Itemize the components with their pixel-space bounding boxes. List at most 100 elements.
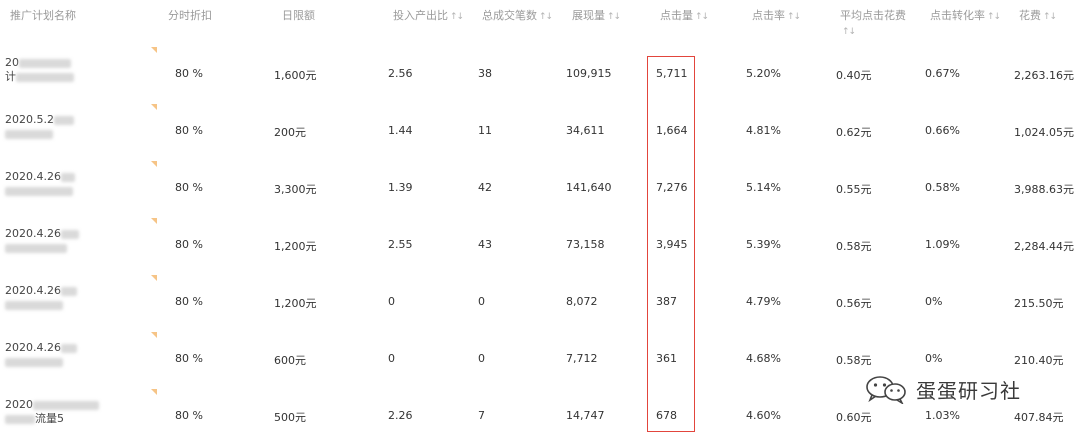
cell-impressions: 141,640 bbox=[566, 181, 612, 194]
cell-daily-limit[interactable]: 1,200元 bbox=[274, 295, 317, 311]
cell-impressions: 8,072 bbox=[566, 295, 598, 308]
cell-impressions: 34,611 bbox=[566, 124, 605, 137]
cell-avg-cpc: 0.58元 bbox=[836, 240, 872, 253]
campaign-name[interactable]: 2020 流量5 bbox=[5, 398, 155, 426]
header-campaign-name[interactable]: 推广计划名称 bbox=[10, 8, 76, 23]
header-clicks[interactable]: 点击量 ↑↓ bbox=[660, 8, 709, 25]
header-avg-cpc[interactable]: 平均点击花费 ↑↓ bbox=[840, 8, 916, 40]
header-cvr[interactable]: 点击转化率 ↑↓ bbox=[930, 8, 1001, 25]
header-label: 投入产出比 bbox=[393, 9, 448, 22]
redacted-text bbox=[60, 343, 77, 353]
cell-daily-limit[interactable]: 1,600元 bbox=[274, 67, 317, 83]
campaign-name-line1: 2020.5.2 bbox=[5, 113, 54, 126]
campaign-name-line1: 20 bbox=[5, 56, 19, 69]
header-orders[interactable]: 总成交笔数 ↑↓ bbox=[482, 8, 553, 25]
cell-impressions: 14,747 bbox=[566, 409, 605, 422]
sort-icon[interactable]: ↑↓ bbox=[450, 12, 464, 22]
cell-orders: 0 bbox=[478, 295, 485, 308]
header-label: 花费 bbox=[1019, 9, 1041, 22]
corner-mark bbox=[151, 275, 157, 281]
cell-cvr: 0% bbox=[925, 352, 943, 365]
cell-cost: 1,024.05元 bbox=[1014, 126, 1074, 139]
cell-clicks: 387 bbox=[656, 295, 677, 308]
sort-icon[interactable]: ↑↓ bbox=[539, 12, 553, 22]
cell-avg-cpc: 0.62元 bbox=[836, 126, 872, 139]
cell-roi: 2.55 bbox=[388, 238, 413, 251]
redacted-text bbox=[60, 172, 75, 182]
redacted-text bbox=[60, 286, 77, 296]
campaign-name[interactable]: 2020.5.2 bbox=[5, 113, 155, 141]
redacted-text bbox=[16, 72, 74, 82]
campaign-name[interactable]: 2020.4.26 bbox=[5, 170, 155, 198]
cell-cost: 210.40元 bbox=[1014, 354, 1064, 367]
cell-daily-limit[interactable]: 3,300元 bbox=[274, 181, 317, 197]
redacted-text bbox=[5, 129, 53, 139]
cell-avg-cpc: 0.60元 bbox=[836, 411, 872, 424]
cell-cost: 407.84元 bbox=[1014, 411, 1064, 424]
table-row[interactable]: 2020.4.26 80 % 3,300元 1.39 42 141,640 7,… bbox=[0, 161, 1080, 219]
header-discount[interactable]: 分时折扣 bbox=[168, 8, 212, 23]
corner-mark bbox=[151, 47, 157, 53]
cell-orders: 11 bbox=[478, 124, 492, 137]
cell-avg-cpc: 0.55元 bbox=[836, 183, 872, 196]
cell-discount: 80 % bbox=[175, 67, 203, 80]
campaign-name-line1: 2020 bbox=[5, 398, 33, 411]
cell-cost: 3,988.63元 bbox=[1014, 183, 1074, 196]
table-row[interactable]: 2020.4.26 80 % 1,200元 0 0 8,072 387 4.79… bbox=[0, 275, 1080, 333]
header-ctr[interactable]: 点击率 ↑↓ bbox=[752, 8, 801, 25]
redacted-text bbox=[5, 186, 73, 196]
cell-clicks: 7,276 bbox=[656, 181, 688, 194]
cell-clicks: 1,664 bbox=[656, 124, 688, 137]
sort-icon[interactable]: ↑↓ bbox=[1043, 12, 1057, 22]
cell-impressions: 109,915 bbox=[566, 67, 612, 80]
redacted-text bbox=[5, 300, 63, 310]
sort-icon[interactable]: ↑↓ bbox=[607, 12, 621, 22]
cell-daily-limit[interactable]: 500元 bbox=[274, 409, 306, 425]
sort-icon[interactable]: ↑↓ bbox=[695, 12, 709, 22]
campaign-name[interactable]: 2020.4.26 bbox=[5, 227, 155, 255]
cell-impressions: 73,158 bbox=[566, 238, 605, 251]
table-row[interactable]: 2020.4.26 80 % 1,200元 2.55 43 73,158 3,9… bbox=[0, 218, 1080, 276]
header-label: 分时折扣 bbox=[168, 9, 212, 22]
table-header: 推广计划名称 分时折扣 日限额 投入产出比 ↑↓ 总成交笔数 ↑↓ 展现量 ↑↓ 点击… bbox=[0, 0, 1080, 48]
cell-daily-limit[interactable]: 1,200元 bbox=[274, 238, 317, 254]
cell-cvr: 0% bbox=[925, 295, 943, 308]
cell-ctr: 5.39% bbox=[746, 238, 781, 251]
cell-ctr: 5.14% bbox=[746, 181, 781, 194]
campaign-name[interactable]: 2020.4.26 bbox=[5, 341, 155, 369]
header-label: 点击量 bbox=[660, 9, 693, 22]
header-label: 展现量 bbox=[572, 9, 605, 22]
campaign-name-line2: 流量5 bbox=[35, 412, 64, 425]
table-row[interactable]: 20 计 80 % 1,600元 2.56 38 109,915 5,711 5… bbox=[0, 47, 1080, 105]
header-impressions[interactable]: 展现量 ↑↓ bbox=[572, 8, 621, 25]
campaign-table: 推广计划名称 分时折扣 日限额 投入产出比 ↑↓ 总成交笔数 ↑↓ 展现量 ↑↓ 点击… bbox=[0, 0, 1080, 436]
cell-avg-cpc: 0.58元 bbox=[836, 354, 872, 367]
redacted-text bbox=[5, 414, 35, 424]
header-label: 日限额 bbox=[282, 9, 315, 22]
cell-discount: 80 % bbox=[175, 238, 203, 251]
cell-orders: 7 bbox=[478, 409, 485, 422]
cell-daily-limit[interactable]: 200元 bbox=[274, 124, 306, 140]
redacted-text bbox=[60, 229, 79, 239]
cell-cvr: 0.58% bbox=[925, 181, 960, 194]
campaign-name[interactable]: 20 计 bbox=[5, 56, 155, 84]
cell-daily-limit[interactable]: 600元 bbox=[274, 352, 306, 368]
cell-cost: 2,263.16元 bbox=[1014, 69, 1074, 82]
header-cost[interactable]: 花费 ↑↓ bbox=[1019, 8, 1057, 25]
campaign-name-line2: 计 bbox=[5, 70, 16, 83]
campaign-name[interactable]: 2020.4.26 bbox=[5, 284, 155, 312]
cell-impressions: 7,712 bbox=[566, 352, 598, 365]
table-row[interactable]: 2020.5.2 80 % 200元 1.44 11 34,611 1,664 … bbox=[0, 104, 1080, 162]
campaign-name-line1: 2020.4.26 bbox=[5, 284, 61, 297]
header-label: 平均点击花费 bbox=[840, 9, 906, 22]
redacted-text bbox=[5, 243, 67, 253]
sort-icon[interactable]: ↑↓ bbox=[787, 12, 801, 22]
cell-ctr: 4.60% bbox=[746, 409, 781, 422]
sort-icon[interactable]: ↑↓ bbox=[842, 27, 856, 37]
header-daily-limit[interactable]: 日限额 bbox=[282, 8, 315, 23]
cell-ctr: 4.79% bbox=[746, 295, 781, 308]
redacted-text bbox=[33, 400, 99, 410]
sort-icon[interactable]: ↑↓ bbox=[987, 12, 1001, 22]
cell-ctr: 4.81% bbox=[746, 124, 781, 137]
header-roi[interactable]: 投入产出比 ↑↓ bbox=[393, 8, 464, 25]
